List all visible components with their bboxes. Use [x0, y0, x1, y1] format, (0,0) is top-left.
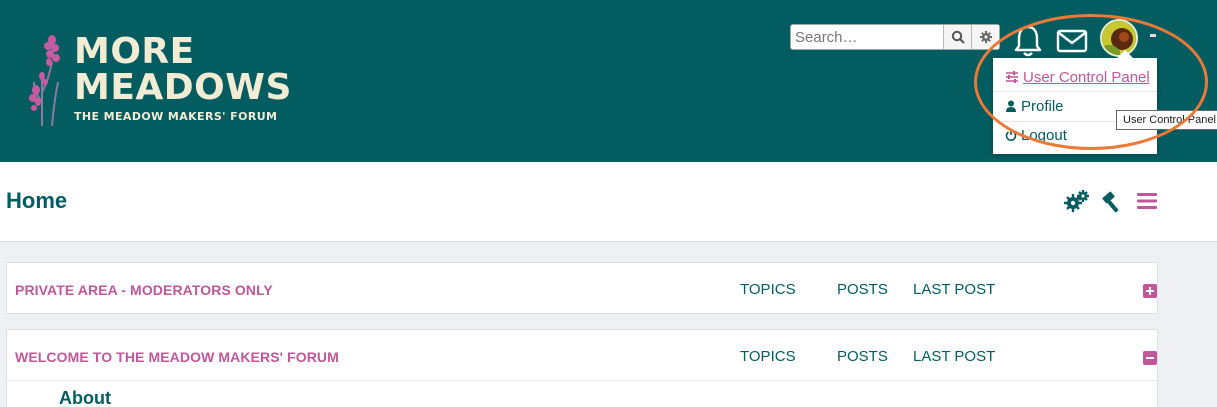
gavel-icon — [1102, 191, 1119, 213]
row-divider — [7, 380, 1157, 381]
user-menu-dropdown: User Control Panel Profile Logout — [993, 50, 1157, 154]
page-title[interactable]: Home — [6, 188, 67, 214]
col-header-posts: POSTS — [837, 281, 888, 298]
menu-item-label: User Control Panel — [1023, 68, 1150, 86]
col-header-topics: TOPICS — [740, 348, 796, 365]
moderator-tools-button[interactable] — [1064, 188, 1090, 214]
menu-item-user-control-panel[interactable]: User Control Panel — [1005, 66, 1150, 88]
logo-title-line1: MORE — [74, 31, 195, 72]
col-header-posts: POSTS — [837, 348, 888, 365]
col-header-topics: TOPICS — [740, 281, 796, 298]
notifications-button[interactable] — [1012, 24, 1048, 58]
forum-category: PRIVATE AREA - MODERATORS ONLY TOPICS PO… — [6, 262, 1158, 314]
logo-subtitle: THE MEADOW MAKERS' FORUM — [74, 110, 278, 123]
gear-icon — [979, 31, 992, 43]
search-icon — [951, 30, 965, 44]
logo-title-line2: MEADOWS — [74, 67, 292, 108]
bell-icon — [1014, 25, 1042, 57]
search-input[interactable] — [791, 25, 943, 49]
user-icon — [1006, 100, 1016, 112]
forum-link-about[interactable]: About — [59, 388, 111, 407]
envelope-icon — [1056, 29, 1088, 53]
category-title-link[interactable]: WELCOME TO THE MEADOW MAKERS' FORUM — [15, 349, 339, 365]
navbar: Home — [0, 162, 1217, 242]
col-header-last-post: LAST POST — [913, 348, 996, 365]
forum-category-header: WELCOME TO THE MEADOW MAKERS' FORUM TOPI… — [7, 330, 1157, 380]
menu-item-label: Profile — [1021, 97, 1064, 115]
power-icon — [1005, 129, 1017, 141]
menu-item-logout[interactable]: Logout — [1005, 124, 1067, 146]
flower-logo-icon — [29, 35, 60, 127]
menu-divider — [993, 91, 1157, 92]
search-box — [790, 24, 1000, 50]
menu-item-label: Logout — [1021, 126, 1067, 144]
forum-category: WELCOME TO THE MEADOW MAKERS' FORUM TOPI… — [6, 329, 1158, 407]
logo-title: MORE MEADOWS — [74, 34, 292, 106]
avatar-caret-icon — [1150, 34, 1156, 37]
mcp-button[interactable] — [1099, 188, 1125, 214]
site-logo[interactable]: MORE MEADOWS THE MEADOW MAKERS' FORUM — [28, 32, 291, 132]
tooltip: User Control Panel — [1116, 110, 1217, 130]
category-title-link[interactable]: PRIVATE AREA - MODERATORS ONLY — [15, 282, 273, 298]
hamburger-icon — [1137, 193, 1157, 209]
minus-icon — [1146, 357, 1154, 359]
menu-item-profile[interactable]: Profile — [1005, 95, 1064, 117]
advanced-search-button[interactable] — [971, 25, 999, 49]
sliders-icon — [1006, 71, 1018, 83]
gears-icon — [1064, 190, 1089, 212]
collapse-toggle[interactable] — [1143, 351, 1157, 365]
search-button[interactable] — [943, 25, 971, 49]
expand-toggle[interactable] — [1143, 284, 1157, 298]
main-menu-button[interactable] — [1134, 188, 1160, 214]
forum-category-header: PRIVATE AREA - MODERATORS ONLY TOPICS PO… — [7, 263, 1157, 313]
plus-icon — [1146, 287, 1154, 295]
col-header-last-post: LAST POST — [913, 281, 996, 298]
messages-button[interactable] — [1056, 24, 1092, 58]
